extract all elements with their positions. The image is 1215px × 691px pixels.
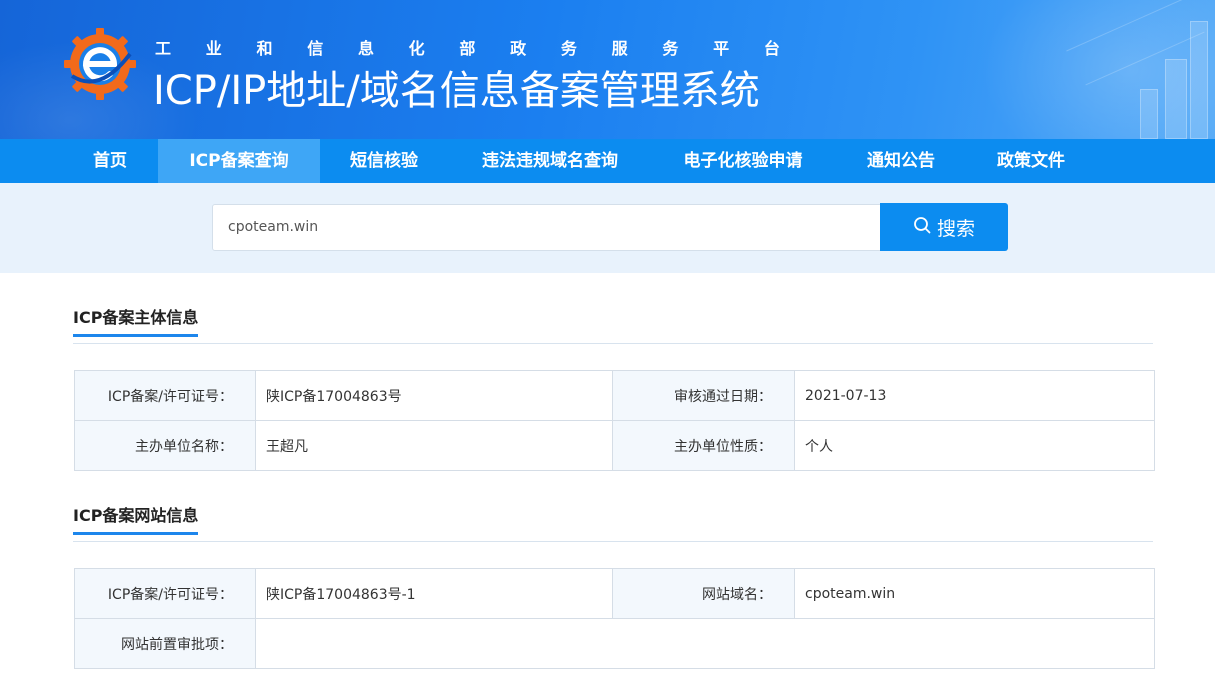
table-row: 主办单位名称： 王超凡 主办单位性质： 个人	[74, 420, 1155, 471]
nav-item-electronic-verify[interactable]: 电子化核验申请	[664, 139, 822, 183]
table-row: 网站前置审批项：	[74, 618, 1155, 669]
subject-info-table: ICP备案/许可证号： 陕ICP备17004863号 审核通过日期： 2021-…	[74, 370, 1155, 471]
field-value: 陕ICP备17004863号	[255, 370, 613, 421]
header-banner: 工 业 和 信 息 化 部 政 务 服 务 平 台 ICP/IP地址/域名信息备…	[0, 0, 1215, 139]
field-value: 个人	[794, 420, 1155, 471]
search-area: cpoteam.win 搜索	[0, 183, 1215, 273]
building-decoration	[1165, 59, 1187, 139]
nav-item-sms-verify[interactable]: 短信核验	[332, 139, 436, 183]
field-label: 主办单位名称：	[74, 420, 256, 471]
nav-item-notices[interactable]: 通知公告	[850, 139, 952, 183]
subtitle-char: 息	[357, 39, 374, 58]
field-value: 陕ICP备17004863号-1	[255, 568, 613, 619]
nav-item-icp-query[interactable]: ICP备案查询	[158, 139, 320, 183]
nav-item-home[interactable]: 首页	[68, 139, 152, 183]
website-info-table: ICP备案/许可证号： 陕ICP备17004863号-1 网站域名： cpote…	[74, 568, 1155, 669]
search-input[interactable]: cpoteam.win	[212, 204, 882, 251]
search-button-label: 搜索	[936, 217, 975, 240]
subtitle-char: 业	[205, 39, 222, 58]
nav-item-policy-docs[interactable]: 政策文件	[980, 139, 1082, 183]
ministry-subtitle: 工 业 和 信 息 化 部 政 务 服 务 平 台	[155, 35, 780, 59]
subtitle-char: 信	[307, 39, 324, 58]
gear-e-logo-icon	[62, 26, 138, 102]
subject-info-header: ICP备案主体信息	[73, 304, 1153, 344]
main-nav: 首页 ICP备案查询 短信核验 违法违规域名查询 电子化核验申请 通知公告 政策…	[0, 139, 1215, 183]
field-label: ICP备案/许可证号：	[74, 568, 256, 619]
field-label: 网站域名：	[612, 568, 795, 619]
search-button[interactable]: 搜索	[880, 203, 1008, 251]
field-value: 王超凡	[255, 420, 613, 471]
website-info-header: ICP备案网站信息	[73, 502, 1153, 542]
field-label: 主办单位性质：	[612, 420, 795, 471]
table-row: ICP备案/许可证号： 陕ICP备17004863号 审核通过日期： 2021-…	[74, 370, 1155, 421]
subtitle-char: 化	[408, 39, 425, 58]
field-value: cpoteam.win	[794, 568, 1155, 619]
table-row: ICP备案/许可证号： 陕ICP备17004863号-1 网站域名： cpote…	[74, 568, 1155, 619]
subtitle-char: 部	[459, 39, 476, 58]
subtitle-char: 服	[611, 39, 628, 58]
subtitle-char: 和	[256, 39, 273, 58]
field-label: 审核通过日期：	[612, 370, 795, 421]
section-title: ICP备案网站信息	[73, 502, 199, 535]
subtitle-char: 政	[510, 39, 527, 58]
system-title: ICP/IP地址/域名信息备案管理系统	[153, 68, 760, 114]
subtitle-char: 务	[560, 39, 577, 58]
section-title: ICP备案主体信息	[73, 304, 199, 337]
subtitle-char: 务	[662, 39, 679, 58]
building-decoration	[1190, 21, 1208, 139]
field-label: 网站前置审批项：	[74, 618, 256, 669]
field-value: 2021-07-13	[794, 370, 1155, 421]
subtitle-char: 台	[763, 39, 780, 58]
building-decoration	[1140, 89, 1158, 139]
field-label: ICP备案/许可证号：	[74, 370, 256, 421]
subtitle-char: 工	[155, 39, 172, 58]
field-value	[255, 618, 1155, 669]
nav-item-illegal-domain-query[interactable]: 违法违规域名查询	[462, 139, 638, 183]
subtitle-char: 平	[713, 39, 730, 58]
search-icon	[913, 216, 931, 239]
